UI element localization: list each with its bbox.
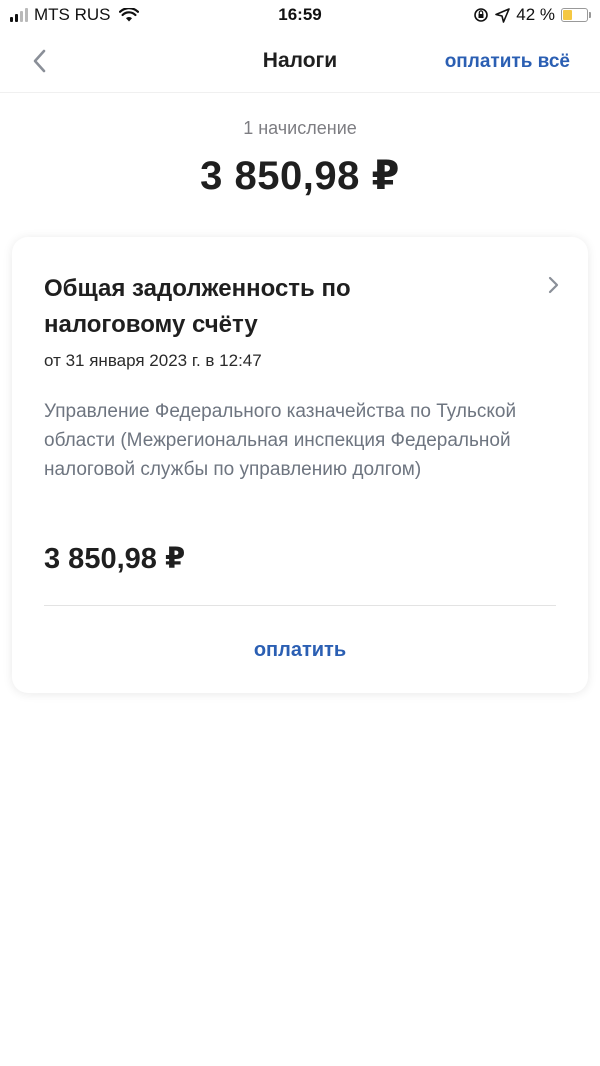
battery-percent: 42 %: [516, 5, 555, 24]
charge-date: от 31 января 2023 г. в 12:47: [44, 351, 262, 370]
navigation-bar: Налоги оплатить всё: [0, 30, 600, 93]
charge-amount: 3 850,98 ₽: [44, 543, 186, 575]
charge-card[interactable]: Общая задолженность по налоговому счёту …: [12, 237, 588, 693]
pay-all-button[interactable]: оплатить всё: [445, 51, 570, 73]
charge-title: Общая задолженность по налоговому счёту: [44, 275, 351, 338]
battery-fill: [563, 10, 572, 20]
status-right: 42 %: [473, 5, 591, 25]
pay-button[interactable]: оплатить: [12, 639, 588, 662]
total-amount: 3 850,98 ₽: [200, 154, 400, 198]
location-arrow-icon: [495, 7, 511, 23]
charges-count: 1 начисление: [243, 118, 357, 138]
chevron-right-icon[interactable]: [546, 275, 560, 295]
battery-icon: [561, 8, 591, 22]
charges-summary: 1 начисление 3 850,98 ₽: [0, 118, 600, 199]
orientation-lock-icon: [474, 8, 489, 22]
charge-recipient: Управление Федерального казначейства по …: [44, 401, 517, 480]
divider: [44, 605, 556, 606]
status-bar: MTS RUS 16:59 42 %: [0, 0, 600, 30]
